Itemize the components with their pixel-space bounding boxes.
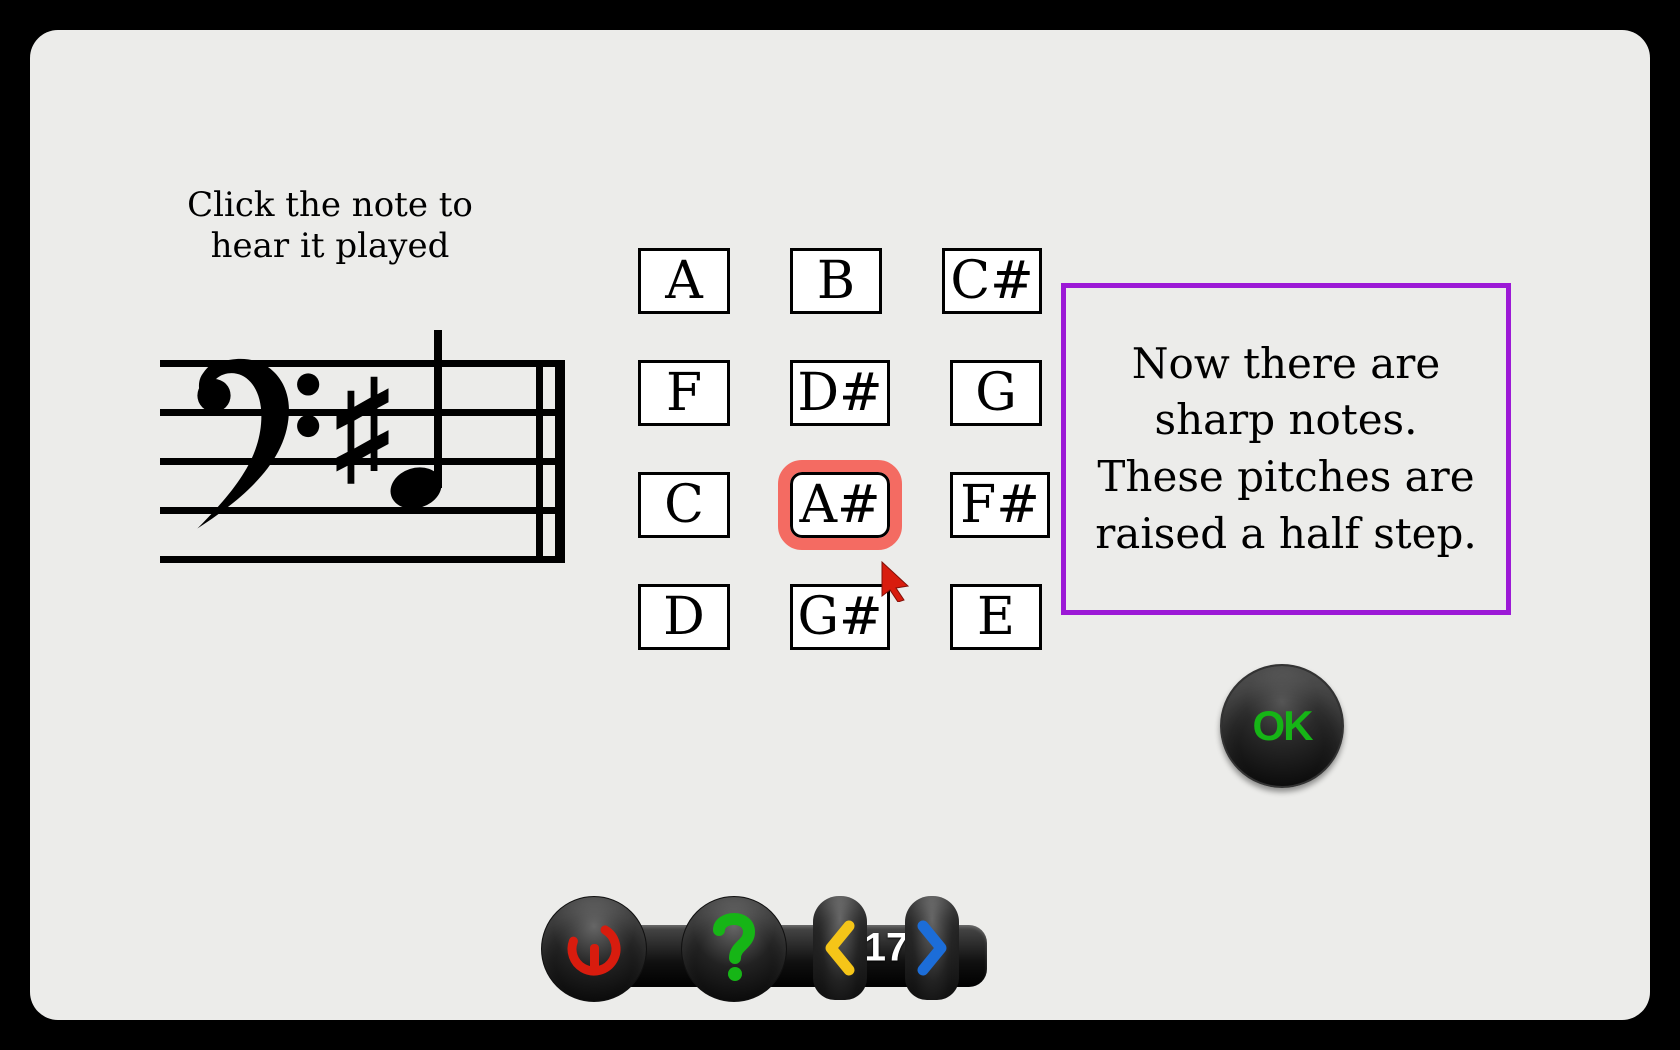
help-button[interactable] — [681, 896, 787, 1002]
note-button-d[interactable]: D — [638, 584, 730, 650]
staff-end-bar — [536, 360, 543, 563]
note-button-a-sharp[interactable]: A# — [790, 472, 890, 538]
note-button-c-sharp[interactable]: C# — [942, 248, 1042, 314]
note-button-g[interactable]: G — [950, 360, 1042, 426]
level-navigator: 17 — [813, 896, 959, 1000]
prev-level-button[interactable] — [813, 896, 867, 1000]
next-level-button[interactable] — [905, 896, 959, 1000]
music-staff[interactable]: ♯ — [160, 360, 565, 566]
staff-end-bar — [555, 360, 565, 563]
ok-label: OK — [1253, 702, 1312, 750]
info-text: Now there are sharp notes. These pitches… — [1086, 336, 1486, 563]
quit-button[interactable] — [541, 896, 647, 1002]
instruction-text: Click the note to hear it played — [160, 185, 500, 267]
info-panel: Now there are sharp notes. These pitches… — [1061, 283, 1511, 615]
note-answer-grid: A B C# F D# G C A# F# D G# E — [638, 248, 1088, 650]
power-icon — [563, 918, 625, 980]
note-button-f-sharp[interactable]: F# — [950, 472, 1050, 538]
note-button-b[interactable]: B — [790, 248, 882, 314]
bottom-toolbar: 17 — [557, 925, 987, 987]
note-stem-icon — [434, 330, 442, 488]
bass-clef-icon — [180, 354, 320, 534]
level-number: 17 — [864, 926, 909, 971]
note-button-d-sharp[interactable]: D# — [790, 360, 890, 426]
note-button-c[interactable]: C — [638, 472, 730, 538]
question-icon — [705, 908, 763, 990]
game-stage: Click the note to hear it played ♯ A B C… — [30, 30, 1650, 1020]
note-button-g-sharp[interactable]: G# — [790, 584, 890, 650]
chevron-right-icon — [915, 920, 949, 976]
note-button-f[interactable]: F — [638, 360, 730, 426]
staff-line — [160, 556, 565, 563]
note-button-a[interactable]: A — [638, 248, 730, 314]
chevron-left-icon — [823, 920, 857, 976]
note-button-e[interactable]: E — [950, 584, 1042, 650]
ok-button[interactable]: OK — [1220, 664, 1344, 788]
